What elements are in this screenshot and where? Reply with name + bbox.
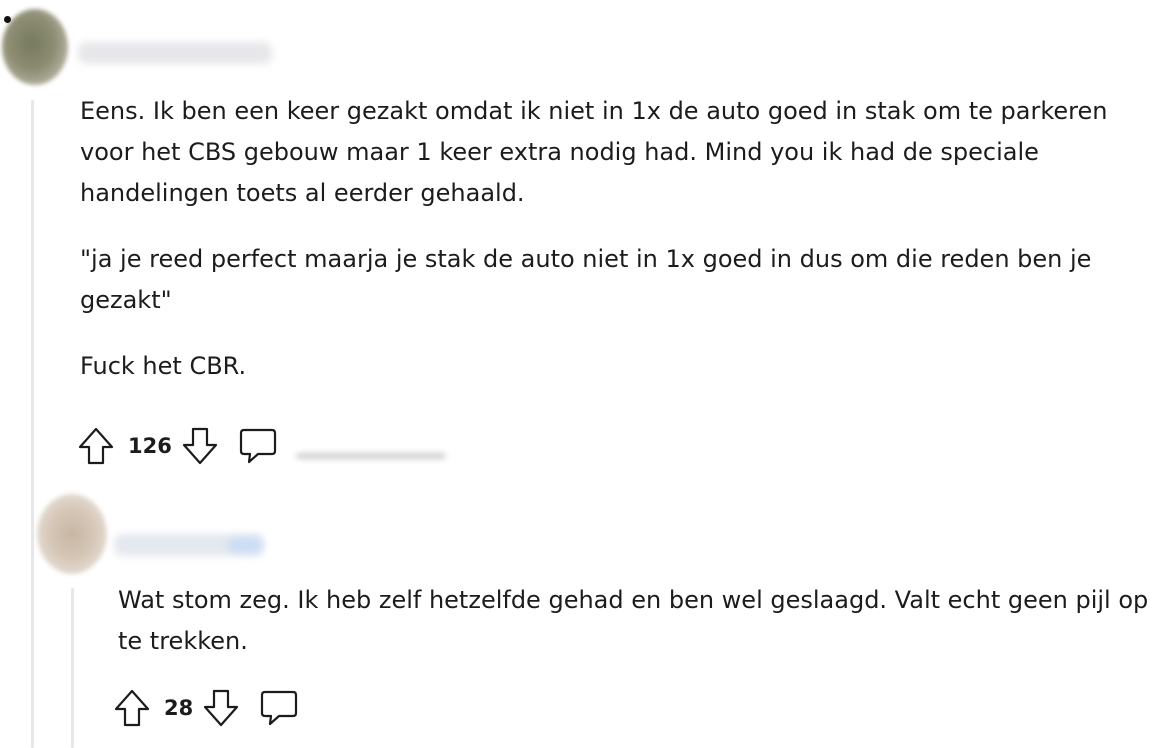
- comment-actions: 126: [78, 426, 278, 466]
- speech-bubble-icon: [239, 428, 276, 464]
- upvote-button[interactable]: [78, 427, 114, 465]
- comment-actions: 28: [114, 688, 299, 728]
- comment-body: Eens. Ik ben een keer gezakt omdat ik ni…: [80, 91, 1160, 412]
- comment-paragraph: Eens. Ik ben een keer gezakt omdat ik ni…: [80, 97, 1108, 207]
- reply-button[interactable]: [238, 426, 278, 466]
- vote-score: 28: [164, 696, 194, 720]
- thread-line-root[interactable]: [31, 100, 34, 748]
- redacted-flair: [228, 538, 262, 552]
- downvote-button[interactable]: [182, 427, 218, 465]
- arrow-down-outline-icon: [204, 689, 239, 727]
- online-indicator-icon: [4, 16, 11, 23]
- reply-button[interactable]: [259, 688, 299, 728]
- comment-body: Wat stom zeg. Ik heb zelf hetzelfde geha…: [118, 580, 1158, 687]
- comment-paragraph: Wat stom zeg. Ik heb zelf hetzelfde geha…: [118, 586, 1149, 655]
- downvote-button[interactable]: [203, 689, 239, 727]
- arrow-up-outline-icon: [78, 427, 114, 465]
- speech-bubble-icon: [261, 690, 298, 726]
- comment-paragraph: "ja je reed perfect maarja je stak de au…: [80, 245, 1092, 314]
- thread-line-reply[interactable]: [71, 588, 74, 748]
- upvote-button[interactable]: [114, 689, 150, 727]
- vote-score: 126: [128, 434, 172, 458]
- avatar[interactable]: [37, 494, 107, 574]
- avatar[interactable]: [2, 9, 68, 85]
- redacted-text: [296, 453, 446, 459]
- comment-paragraph: Fuck het CBR.: [80, 352, 247, 380]
- arrow-down-outline-icon: [182, 427, 217, 465]
- username-redacted[interactable]: [78, 42, 272, 64]
- arrow-up-outline-icon: [114, 689, 150, 727]
